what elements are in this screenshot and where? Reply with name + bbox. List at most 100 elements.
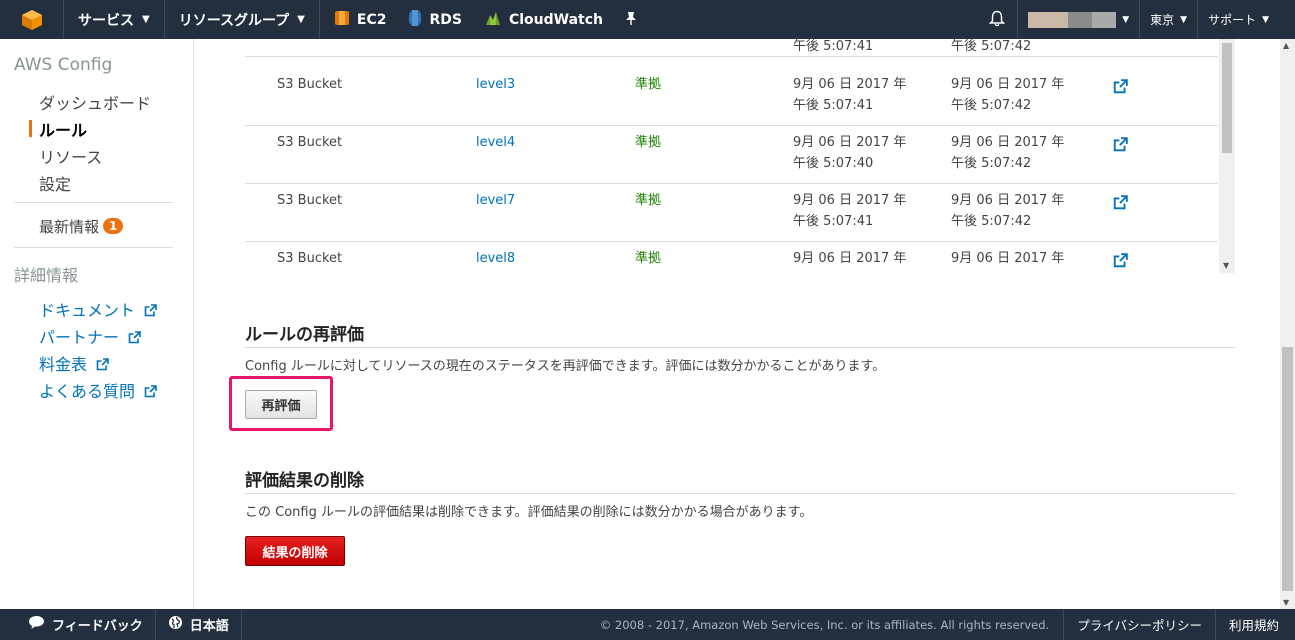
chevron-down-icon: ▼ <box>1180 14 1188 25</box>
external-link-icon <box>128 331 141 344</box>
shortcut-cloudwatch[interactable]: CloudWatch <box>476 0 617 39</box>
faq-label: よくある質問 <box>39 382 136 401</box>
section-divider <box>245 493 1235 494</box>
last-updated-date: 9月 06 日 2017 年 <box>951 135 1065 150</box>
last-updated-date: 9月 06 日 2017 年 <box>951 77 1065 92</box>
documentation-label: ドキュメント <box>39 301 136 320</box>
shortcut-cloudwatch-label: CloudWatch <box>508 11 603 28</box>
sidebar-item-rules[interactable]: ルール <box>39 117 87 141</box>
services-menu[interactable]: サービス ▼ <box>64 0 165 39</box>
account-name-redacted <box>1028 11 1117 28</box>
region-menu[interactable]: 東京 ▼ <box>1139 0 1197 39</box>
shortcut-rds[interactable]: RDS <box>400 0 475 39</box>
external-link-icon <box>144 304 157 317</box>
external-link-icon <box>144 385 157 398</box>
sidebar-item-resources[interactable]: リソース <box>39 144 102 168</box>
sidebar-divider <box>14 202 173 203</box>
table-row: S3 Bucket level3 準拠 9月 06 日 2017 年 午後 5:… <box>245 68 1218 126</box>
reevaluate-description: Config ルールに対してリソースの現在のステータスを再評価できます。評価には… <box>245 359 886 374</box>
sidebar-link-documentation[interactable]: ドキュメント <box>39 297 157 321</box>
region-label: 東京 <box>1150 13 1175 27</box>
bell-icon <box>989 10 1006 30</box>
external-link-icon[interactable] <box>1113 137 1128 152</box>
sidebar: AWS Config ダッシュボード ルール リソース 設定 最新情報 1 詳細情… <box>0 39 194 609</box>
external-link-icon[interactable] <box>1113 195 1128 210</box>
resource-name-link[interactable]: level4 <box>476 132 515 153</box>
scroll-up-arrow-icon[interactable]: ▲ <box>1283 41 1289 50</box>
table-scrollbar-thumb[interactable] <box>1222 43 1232 153</box>
scroll-down-arrow-icon[interactable]: ▼ <box>1283 598 1289 607</box>
resource-name-link[interactable]: level3 <box>476 74 515 95</box>
scroll-down-arrow-icon[interactable]: ▼ <box>1223 261 1229 270</box>
shortcut-rds-label: RDS <box>429 11 462 28</box>
sidebar-link-pricing[interactable]: 料金表 <box>39 351 109 375</box>
sidebar-link-faq[interactable]: よくある質問 <box>39 378 157 402</box>
last-updated-time: 午後 5:07:42 <box>951 98 1032 113</box>
privacy-policy-link[interactable]: プライバシーポリシー <box>1063 609 1215 640</box>
reevaluate-button[interactable]: 再評価 <box>245 390 317 419</box>
table-scrollbar[interactable]: ▼ <box>1219 39 1235 273</box>
partners-label: パートナー <box>39 328 120 347</box>
external-link-icon[interactable] <box>1113 79 1128 94</box>
support-label: サポート <box>1208 13 1257 27</box>
aws-logo-icon[interactable] <box>0 0 64 39</box>
sidebar-title[interactable]: AWS Config <box>14 55 112 75</box>
last-updated-time: 午後 5:07:42 <box>951 214 1032 229</box>
shortcut-ec2[interactable]: EC2 <box>320 0 401 39</box>
resource-type: S3 Bucket <box>277 193 343 208</box>
feedback-label: フィードバック <box>52 619 143 634</box>
notification-badge: 1 <box>103 218 124 234</box>
support-menu[interactable]: サポート ▼ <box>1197 0 1295 39</box>
resource-name-link[interactable]: level7 <box>476 190 515 211</box>
last-evaluated-date: 9月 06 日 2017 年 <box>793 193 907 208</box>
last-evaluated-date: 9月 06 日 2017 年 <box>793 135 907 150</box>
delete-results-button[interactable]: 結果の削除 <box>245 536 345 566</box>
resource-type: S3 Bucket <box>277 77 343 92</box>
section-divider <box>245 347 1235 348</box>
copyright-text: © 2008 - 2017, Amazon Web Services, Inc.… <box>599 617 1050 632</box>
footer: フィードバック 日本語 © 2008 - 2017, Amazon Web Se… <box>0 609 1295 640</box>
last-evaluated-time: 午後 5:07:41 <box>793 39 874 54</box>
chevron-down-icon: ▼ <box>297 14 305 25</box>
whats-new-label: 最新情報 <box>39 218 100 236</box>
active-indicator <box>29 120 32 137</box>
last-updated-date: 9月 06 日 2017 年 <box>951 193 1065 208</box>
speech-bubble-icon <box>28 615 45 634</box>
table-row: S3 Bucket level7 準拠 9月 06 日 2017 年 午後 5:… <box>245 184 1218 242</box>
page-scrollbar-thumb[interactable] <box>1282 347 1293 591</box>
sidebar-link-partners[interactable]: パートナー <box>39 324 141 348</box>
last-updated-time: 午後 5:07:42 <box>951 156 1032 171</box>
sidebar-divider <box>14 247 173 248</box>
sidebar-item-whats-new[interactable]: 最新情報 1 <box>39 216 124 237</box>
delete-results-description: この Config ルールの評価結果は削除できます。評価結果の削除には数分かかる… <box>245 505 813 520</box>
table-row: S3 Bucket level4 準拠 9月 06 日 2017 年 午後 5:… <box>245 126 1218 184</box>
delete-results-heading: 評価結果の削除 <box>245 471 364 491</box>
external-link-icon[interactable] <box>1113 253 1128 268</box>
compliance-status: 準拠 <box>635 193 662 208</box>
compliance-status: 準拠 <box>635 135 662 150</box>
shortcut-ec2-label: EC2 <box>356 11 387 28</box>
notifications-button[interactable] <box>977 0 1017 39</box>
page-scrollbar[interactable]: ▲ ▼ <box>1280 39 1295 609</box>
resource-groups-menu[interactable]: リソースグループ ▼ <box>165 0 320 39</box>
last-updated-date: 9月 06 日 2017 年 <box>951 251 1065 266</box>
sidebar-item-settings[interactable]: 設定 <box>39 171 71 195</box>
pin-icon <box>625 11 637 29</box>
feedback-button[interactable]: フィードバック <box>0 609 156 640</box>
resource-name-link[interactable]: level8 <box>476 248 515 269</box>
table-row: S3 Bucket level8 準拠 9月 06 日 2017 年 9月 06… <box>245 242 1218 273</box>
account-menu[interactable]: ▼ <box>1017 0 1139 39</box>
compliance-status: 準拠 <box>635 251 662 266</box>
external-link-icon <box>96 358 109 371</box>
terms-of-use-link[interactable]: 利用規約 <box>1214 609 1295 640</box>
last-evaluated-time: 午後 5:07:41 <box>793 98 874 113</box>
resources-table[interactable]: 午後 5:07:41 午後 5:07:42 S3 Bucket level3 準… <box>245 39 1235 273</box>
language-selector[interactable]: 日本語 <box>156 609 242 640</box>
chevron-down-icon: ▼ <box>1122 14 1130 25</box>
pricing-label: 料金表 <box>39 355 88 374</box>
cloudwatch-icon <box>484 9 502 31</box>
last-evaluated-date: 9月 06 日 2017 年 <box>793 77 907 92</box>
pin-button[interactable] <box>617 0 651 39</box>
last-evaluated-time: 午後 5:07:40 <box>793 156 874 171</box>
sidebar-item-dashboard[interactable]: ダッシュボード <box>39 90 151 114</box>
